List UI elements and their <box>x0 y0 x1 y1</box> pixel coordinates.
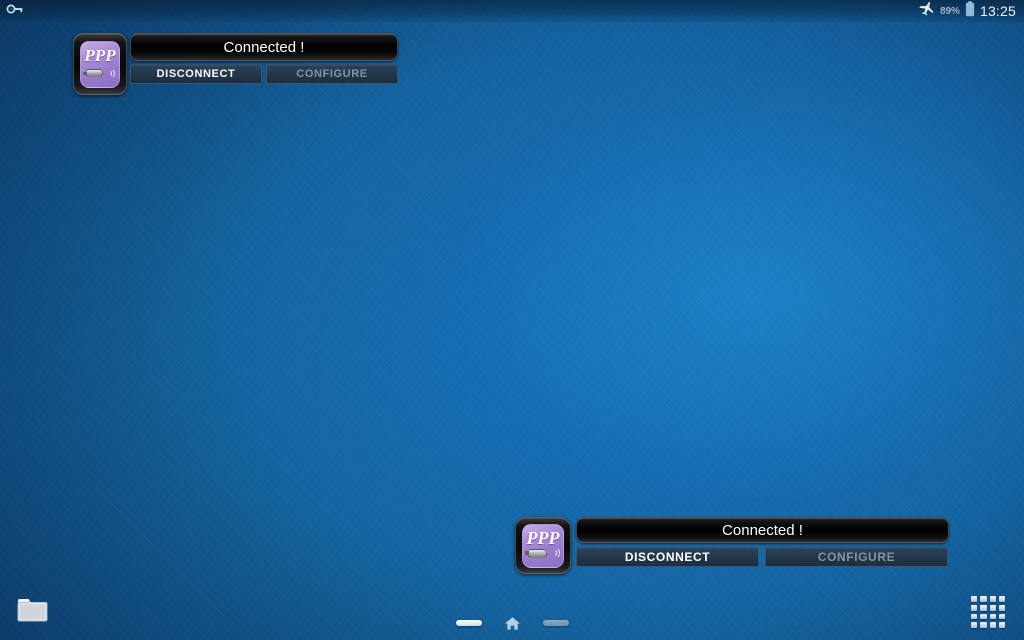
android-home-screen: 89% 13:25 PPP Connected ! DISCONNECT CON… <box>0 0 1024 640</box>
ppp-icon-label: PPP <box>84 45 116 65</box>
ppp-widget-button-row: DISCONNECT CONFIGURE <box>130 64 398 84</box>
vpn-key-icon <box>6 2 24 21</box>
ppp-icon-inner: PPP <box>80 40 120 88</box>
connection-status-label: Connected ! <box>130 33 398 61</box>
status-bar-notifications[interactable] <box>6 2 919 21</box>
recents-dash-icon[interactable] <box>542 620 569 626</box>
status-bar-system-icons[interactable]: 89% 13:25 <box>919 0 1016 22</box>
modem-dongle-icon <box>81 66 119 80</box>
clock-label: 13:25 <box>979 3 1016 19</box>
ppp-widget-icon[interactable]: PPP <box>73 33 127 95</box>
battery-icon <box>965 0 975 22</box>
modem-dongle-icon <box>523 546 563 561</box>
disconnect-button[interactable]: DISCONNECT <box>130 64 262 84</box>
ppp-widget-bottom[interactable]: PPP Connected ! DISCONNECT CONFIGURE <box>515 517 949 574</box>
configure-button[interactable]: CONFIGURE <box>266 64 398 84</box>
navigation-bar[interactable] <box>0 606 1024 640</box>
battery-percent-label: 89% <box>939 5 960 17</box>
ppp-widget-top[interactable]: PPP Connected ! DISCONNECT CONFIGURE <box>73 33 398 95</box>
ppp-widget-icon[interactable]: PPP <box>515 517 571 574</box>
disconnect-button[interactable]: DISCONNECT <box>576 547 759 567</box>
ppp-widget-button-row: DISCONNECT CONFIGURE <box>576 547 949 567</box>
back-dash-icon[interactable] <box>455 620 482 626</box>
airplane-mode-icon <box>919 1 935 21</box>
connection-status-label: Connected ! <box>576 517 949 543</box>
ppp-widget-body: Connected ! DISCONNECT CONFIGURE <box>130 33 398 84</box>
status-bar[interactable]: 89% 13:25 <box>0 0 1024 22</box>
ppp-icon-inner: PPP <box>522 523 564 568</box>
configure-button[interactable]: CONFIGURE <box>765 547 948 567</box>
ppp-widget-body: Connected ! DISCONNECT CONFIGURE <box>576 517 949 567</box>
home-icon[interactable] <box>504 616 521 631</box>
